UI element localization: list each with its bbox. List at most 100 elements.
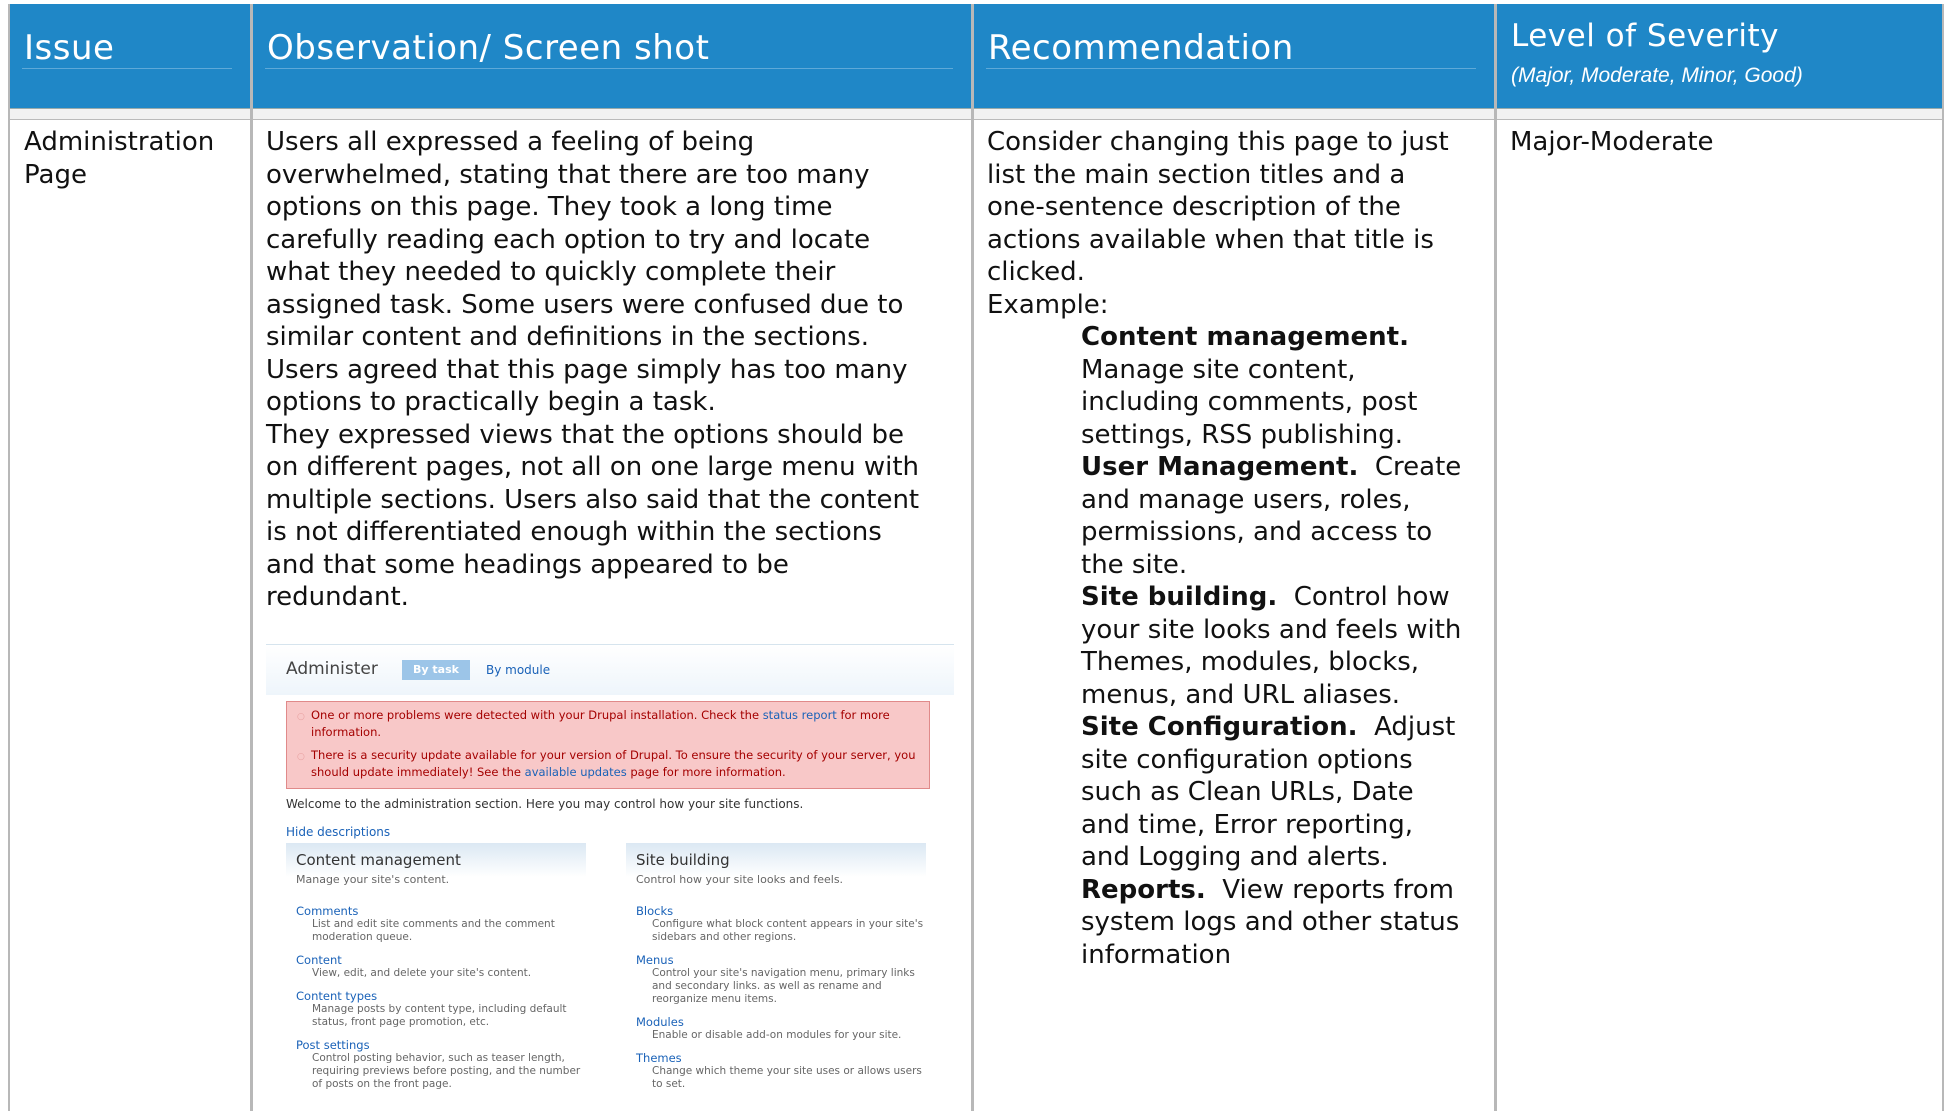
observation-line: overwhelmed, stating that there are too … bbox=[266, 159, 870, 190]
example-title: Site Configuration. bbox=[1081, 712, 1358, 742]
item-desc: of posts on the front page. bbox=[312, 1078, 452, 1090]
header-observation-title: Observation/ Screen shot bbox=[267, 28, 710, 68]
example-content-management: Content management. bbox=[987, 321, 1492, 354]
bullet-icon: ○ bbox=[297, 712, 305, 722]
recommendation-line: Example: bbox=[987, 289, 1109, 320]
example-line: Themes, modules, blocks, bbox=[1081, 647, 1420, 677]
header-severity-title: Level of Severity bbox=[1511, 18, 1779, 54]
example-site-configuration: Site Configuration. Adjust bbox=[987, 711, 1492, 744]
bullet-icon: ○ bbox=[297, 752, 305, 762]
example-line: the site. bbox=[1081, 549, 1188, 580]
observation-line: similar content and definitions in the s… bbox=[266, 322, 869, 352]
issue-cell: Administration Page bbox=[24, 126, 244, 191]
item-link[interactable]: Post settings bbox=[296, 1039, 580, 1052]
error-message-1: One or more problems were detected with … bbox=[311, 707, 921, 741]
recommendation-line: clicked. bbox=[987, 257, 1085, 287]
hide-descriptions-link[interactable]: Hide descriptions bbox=[286, 825, 390, 839]
item-desc: to set. bbox=[652, 1078, 686, 1090]
observation-line: options to practically begin a task. bbox=[266, 387, 716, 417]
example-line: View reports from bbox=[1205, 874, 1454, 905]
header-severity: Level of Severity (Major, Moderate, Mino… bbox=[1497, 4, 1942, 108]
severity-cell: Major-Moderate bbox=[1510, 126, 1930, 159]
item-link[interactable]: Content bbox=[296, 954, 531, 967]
admin-item-blocks[interactable]: Blocks Configure what block content appe… bbox=[636, 905, 923, 944]
item-desc: requiring previews before posting, and t… bbox=[312, 1065, 581, 1077]
example-user-management: User Management. Create bbox=[987, 451, 1492, 484]
site-building-panel: Site building Control how your site look… bbox=[626, 843, 926, 1090]
item-desc: Control posting behavior, such as teaser… bbox=[312, 1052, 565, 1064]
recommendation-line: actions available when that title is bbox=[987, 224, 1434, 255]
example-line: menus, and URL aliases. bbox=[1081, 679, 1401, 710]
admin-item-content-types[interactable]: Content types Manage posts by content ty… bbox=[296, 990, 567, 1029]
available-updates-link[interactable]: available updates bbox=[525, 765, 627, 779]
content-management-panel: Content management Manage your site's co… bbox=[286, 843, 586, 1090]
header-observation: Observation/ Screen shot bbox=[253, 4, 971, 108]
tab-by-task[interactable]: By task bbox=[402, 660, 470, 680]
example-line: such as Clean URLs, Date bbox=[1081, 777, 1414, 807]
example-title: Reports. bbox=[1081, 874, 1206, 905]
example-line: information bbox=[1081, 939, 1232, 970]
admin-item-content[interactable]: Content View, edit, and delete your site… bbox=[296, 954, 531, 980]
example-line: including comments, post bbox=[1081, 387, 1418, 417]
item-desc: List and edit site comments and the comm… bbox=[312, 918, 555, 930]
admin-item-post-settings[interactable]: Post settings Control posting behavior, … bbox=[296, 1039, 580, 1091]
example-line: permissions, and access to bbox=[1081, 517, 1433, 547]
header-rule bbox=[22, 68, 232, 69]
example-line: Create bbox=[1358, 452, 1462, 482]
error-text: should update immediately! See the bbox=[311, 765, 525, 779]
header-rule bbox=[265, 68, 953, 69]
item-desc: View, edit, and delete your site's conte… bbox=[312, 967, 532, 979]
header-recommendation: Recommendation bbox=[974, 4, 1494, 108]
status-report-link[interactable]: status report bbox=[763, 708, 837, 722]
panel-heading: Site building bbox=[636, 851, 730, 869]
column-divider bbox=[971, 4, 974, 1111]
issue-text-line: Page bbox=[24, 159, 87, 190]
welcome-text: Welcome to the administration section. H… bbox=[286, 797, 804, 811]
screenshot-header: Administer By task By module bbox=[266, 645, 954, 695]
severity-value: Major-Moderate bbox=[1510, 127, 1714, 157]
item-link[interactable]: Menus bbox=[636, 954, 915, 967]
screenshot-title: Administer bbox=[286, 659, 378, 679]
recommendation-line: one-sentence description of the bbox=[987, 192, 1401, 222]
header-severity-subtitle: (Major, Moderate, Minor, Good) bbox=[1511, 64, 1803, 87]
admin-item-comments[interactable]: Comments List and edit site comments and… bbox=[296, 905, 555, 944]
tab-by-module[interactable]: By module bbox=[486, 663, 550, 677]
example-line: your site looks and feels with bbox=[1081, 614, 1462, 645]
observation-line: multiple sections. Users also said that … bbox=[266, 484, 920, 515]
observation-line: is not differentiated enough within the … bbox=[266, 517, 882, 547]
header-recommendation-title: Recommendation bbox=[988, 28, 1294, 68]
item-desc: sidebars and other regions. bbox=[652, 931, 797, 943]
observation-line: assigned task. Some users were confused … bbox=[266, 289, 904, 320]
example-line: settings, RSS publishing. bbox=[1081, 419, 1403, 450]
admin-item-themes[interactable]: Themes Change which theme your site uses… bbox=[636, 1052, 922, 1091]
item-desc: Change which theme your site uses or all… bbox=[652, 1065, 922, 1077]
observation-line: Users all expressed a feeling of being bbox=[266, 127, 755, 157]
error-messages: ○ One or more problems were detected wit… bbox=[286, 701, 930, 789]
admin-item-menus[interactable]: Menus Control your site's navigation men… bbox=[636, 954, 915, 1006]
observation-line: carefully reading each option to try and… bbox=[266, 224, 871, 255]
error-text: information. bbox=[311, 725, 382, 739]
item-desc: Control your site's navigation menu, pri… bbox=[652, 967, 915, 979]
item-link[interactable]: Themes bbox=[636, 1052, 922, 1065]
observation-line: on different pages, not all on one large… bbox=[266, 452, 919, 482]
example-title: User Management. bbox=[1081, 452, 1359, 482]
header-issue-title: Issue bbox=[24, 28, 115, 68]
example-title: Content management. bbox=[1081, 322, 1409, 352]
recommendation-line: list the main section titles and a bbox=[987, 159, 1406, 190]
admin-item-modules[interactable]: Modules Enable or disable add-on modules… bbox=[636, 1016, 901, 1042]
example-line: system logs and other status bbox=[1081, 907, 1460, 937]
item-desc: reorganize menu items. bbox=[652, 993, 777, 1005]
panel-heading: Content management bbox=[296, 851, 461, 869]
item-link[interactable]: Blocks bbox=[636, 905, 923, 918]
example-title: Site building. bbox=[1081, 582, 1278, 612]
example-line: Manage site content, bbox=[1081, 354, 1356, 385]
observation-line: what they needed to quickly complete the… bbox=[266, 257, 836, 287]
error-text: for more bbox=[836, 708, 890, 722]
item-link[interactable]: Modules bbox=[636, 1016, 901, 1029]
item-desc: Enable or disable add-on modules for you… bbox=[652, 1029, 902, 1041]
drupal-admin-screenshot: Administer By task By module ○ One or mo… bbox=[266, 644, 954, 1116]
example-line: Adjust bbox=[1357, 712, 1456, 742]
item-desc: Manage posts by content type, including … bbox=[312, 1003, 567, 1015]
item-link[interactable]: Comments bbox=[296, 905, 555, 918]
item-link[interactable]: Content types bbox=[296, 990, 567, 1003]
